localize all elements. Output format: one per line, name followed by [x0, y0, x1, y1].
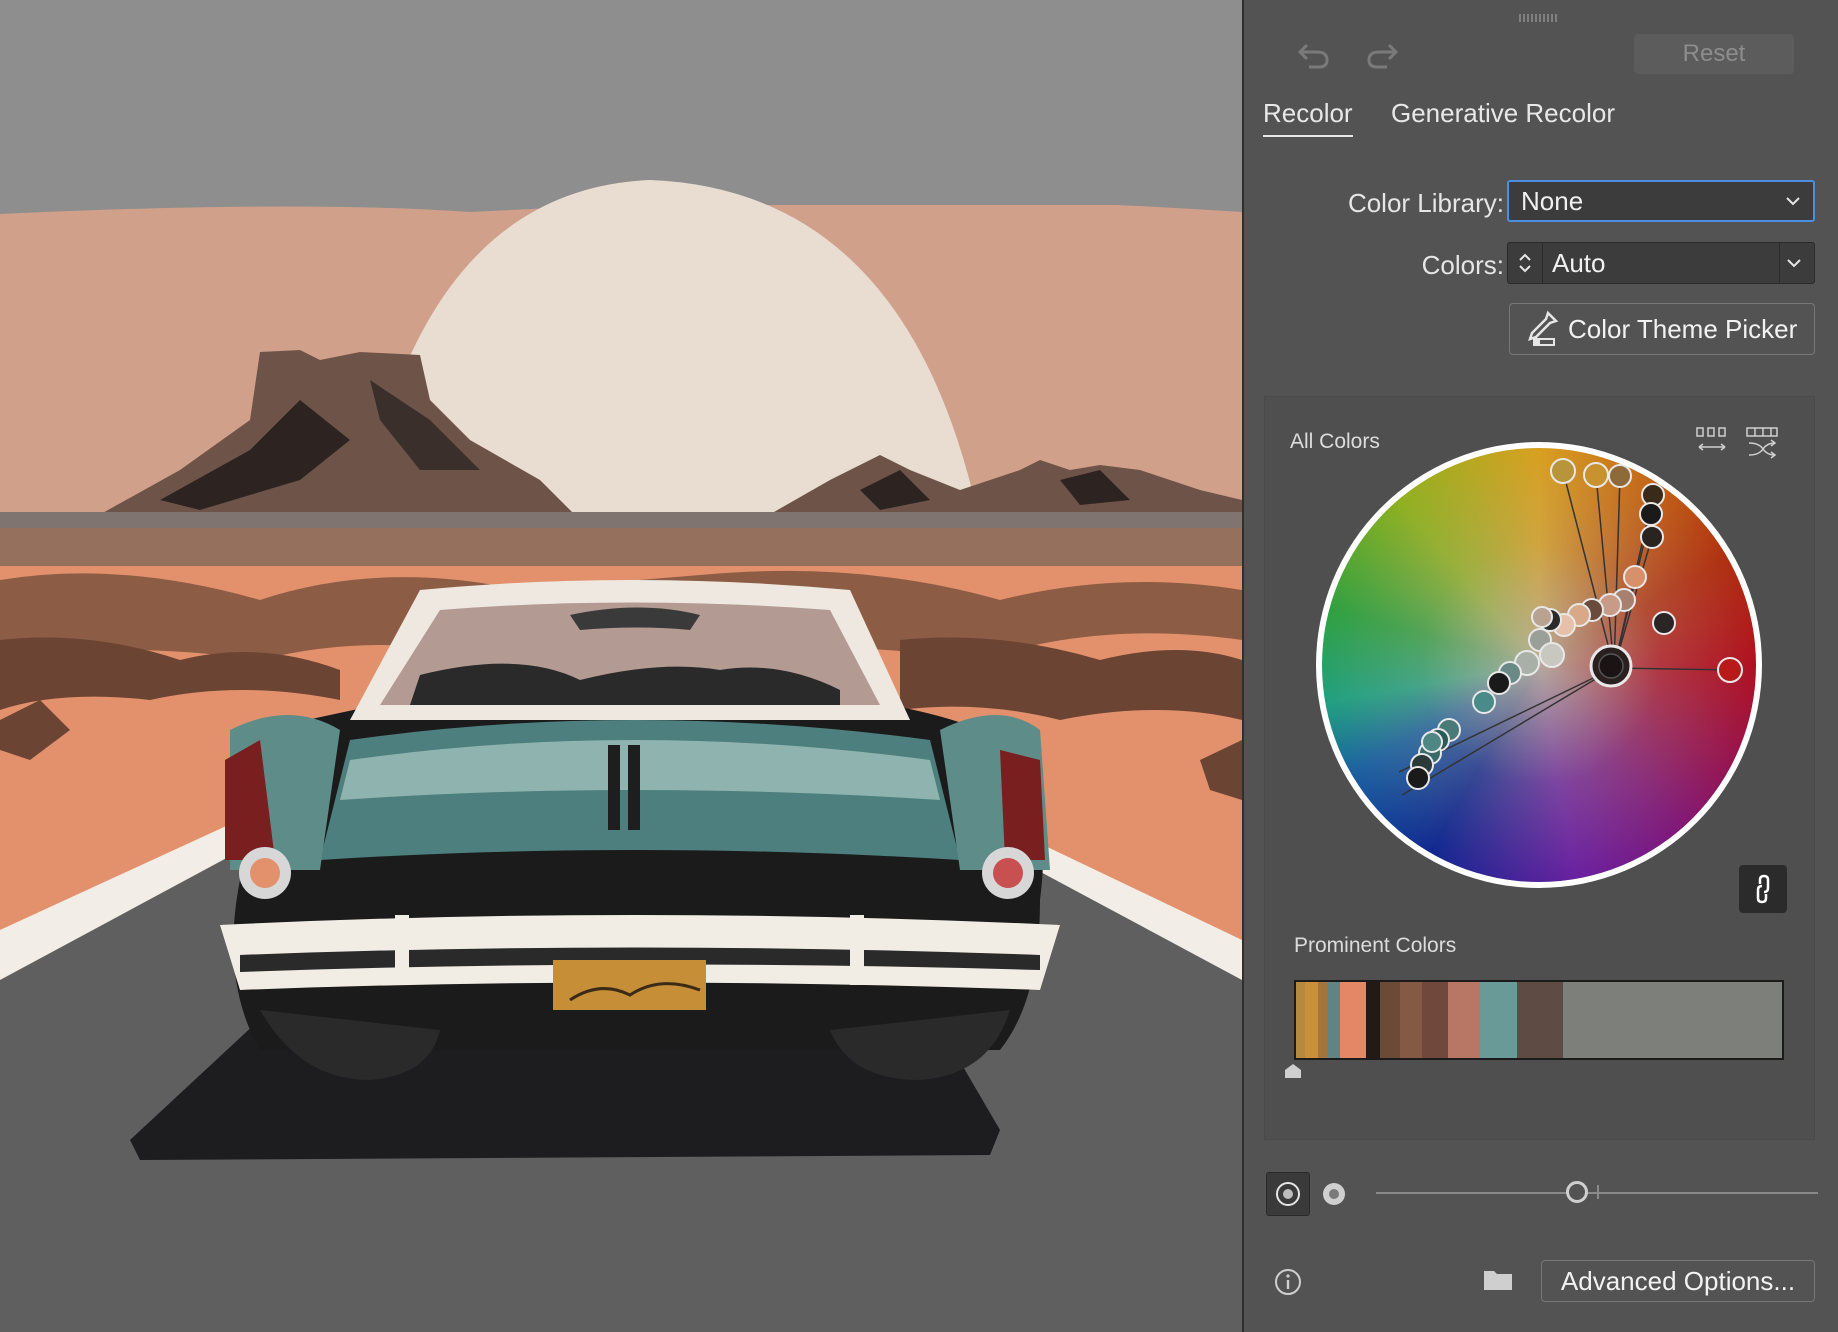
artboard-canvas[interactable] — [0, 0, 1242, 1332]
save-theme-folder-button[interactable] — [1478, 1262, 1518, 1298]
colors-stepper-select[interactable]: Auto — [1507, 242, 1815, 284]
advanced-options-button[interactable]: Advanced Options... — [1541, 1260, 1815, 1302]
eyedropper-icon — [1528, 310, 1559, 346]
prominent-color-swatch[interactable] — [1448, 982, 1480, 1058]
prominent-colors-handle[interactable] — [1283, 1062, 1303, 1080]
undo-button[interactable] — [1292, 36, 1336, 76]
vintage-car-illustration — [0, 0, 1242, 1332]
prominent-color-swatch[interactable] — [1304, 982, 1318, 1058]
reset-button[interactable]: Reset — [1634, 34, 1794, 74]
view-segmented-wheel-button[interactable] — [1312, 1172, 1356, 1216]
tab-recolor[interactable]: Recolor — [1263, 98, 1353, 137]
link-icon — [1756, 874, 1770, 904]
prominent-color-swatch[interactable] — [1479, 982, 1518, 1058]
prominent-color-swatch[interactable] — [1317, 982, 1327, 1058]
prominent-color-swatch[interactable] — [1326, 982, 1340, 1058]
stepper-down-icon[interactable] — [1518, 265, 1532, 273]
segmented-wheel-icon — [1323, 1183, 1345, 1205]
prominent-color-swatch[interactable] — [1422, 982, 1449, 1058]
color-library-value: None — [1521, 185, 1584, 216]
undo-icon — [1297, 43, 1329, 69]
smooth-wheel-icon — [1276, 1182, 1300, 1206]
color-theme-picker-label: Color Theme Picker — [1568, 313, 1798, 344]
prominent-colors-title: Prominent Colors — [1294, 934, 1457, 957]
recolor-panel: Reset Recolor Generative Recolor Color L… — [1242, 0, 1838, 1332]
prominent-color-swatch[interactable] — [1380, 982, 1401, 1058]
slider-center-tick — [1597, 1185, 1599, 1199]
chevron-down-icon[interactable] — [1786, 258, 1802, 268]
prominent-color-swatch[interactable] — [1366, 982, 1381, 1058]
chevron-down-icon — [1786, 197, 1800, 206]
link-harmony-button[interactable] — [1739, 865, 1787, 913]
redo-button[interactable] — [1360, 36, 1404, 76]
info-button[interactable] — [1272, 1266, 1304, 1298]
colors-label: Colors: — [1421, 250, 1504, 280]
colors-stepper[interactable] — [1508, 243, 1543, 283]
brightness-slider-thumb[interactable] — [1566, 1181, 1588, 1203]
redo-icon — [1367, 43, 1399, 69]
color-library-select[interactable]: None — [1507, 180, 1815, 222]
prominent-color-swatch[interactable] — [1517, 982, 1563, 1058]
panel-grip[interactable] — [1519, 14, 1559, 22]
colors-value: Auto — [1552, 247, 1606, 278]
tab-generative-recolor[interactable]: Generative Recolor — [1391, 98, 1615, 135]
prominent-color-swatch[interactable] — [1339, 982, 1367, 1058]
stepper-up-icon[interactable] — [1518, 253, 1532, 261]
folder-icon — [1484, 1271, 1512, 1290]
prominent-color-swatch[interactable] — [1562, 982, 1782, 1058]
info-icon — [1275, 1269, 1301, 1295]
color-library-label: Color Library: — [1347, 188, 1504, 218]
view-smooth-wheel-button[interactable] — [1266, 1172, 1310, 1216]
prominent-colors-bar[interactable] — [1294, 980, 1784, 1060]
prominent-color-swatch[interactable] — [1296, 982, 1305, 1058]
color-theme-picker-button[interactable]: Color Theme Picker — [1509, 303, 1815, 355]
color-wheel[interactable] — [1314, 440, 1764, 890]
prominent-color-swatch[interactable] — [1400, 982, 1423, 1058]
